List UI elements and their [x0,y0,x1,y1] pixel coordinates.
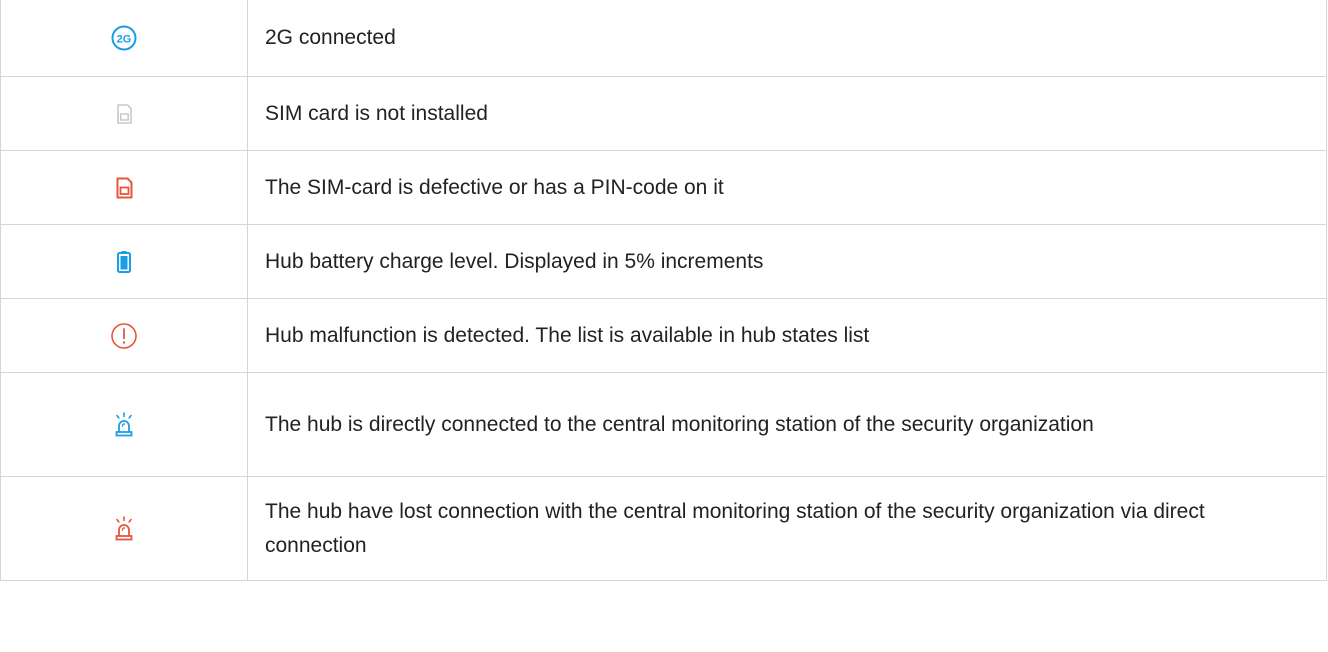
icon-cell: 2G [0,0,248,77]
sim-card-defective-icon [109,173,139,203]
sim-card-not-installed-icon [109,99,139,129]
monitoring-station-lost-icon [109,514,139,544]
monitoring-station-connected-icon [109,410,139,440]
table-row: 2G 2G connected [0,0,1327,77]
description-cell: The SIM-card is defective or has a PIN-c… [247,150,1327,225]
icon-cell [0,298,248,373]
icon-cell [0,76,248,151]
description-cell: 2G connected [247,0,1327,77]
description-cell: The hub is directly connected to the cen… [247,372,1327,477]
malfunction-icon [109,321,139,351]
description-cell: The hub have lost connection with the ce… [247,476,1327,581]
table-row: Hub battery charge level. Displayed in 5… [0,224,1327,299]
table-row: The hub is directly connected to the cen… [0,372,1327,477]
icon-cell [0,150,248,225]
battery-icon [109,247,139,277]
table-row: SIM card is not installed [0,76,1327,151]
table-row: The hub have lost connection with the ce… [0,476,1327,581]
description-cell: SIM card is not installed [247,76,1327,151]
icon-cell [0,476,248,581]
2g-icon-label: 2G [117,34,132,46]
description-cell: Hub malfunction is detected. The list is… [247,298,1327,373]
table-row: The SIM-card is defective or has a PIN-c… [0,150,1327,225]
icon-cell [0,372,248,477]
description-cell: Hub battery charge level. Displayed in 5… [247,224,1327,299]
table-row: Hub malfunction is detected. The list is… [0,298,1327,373]
icon-cell [0,224,248,299]
hub-icons-table: 2G 2G connected SIM card is not installe… [0,0,1327,581]
2g-icon: 2G [109,23,139,53]
